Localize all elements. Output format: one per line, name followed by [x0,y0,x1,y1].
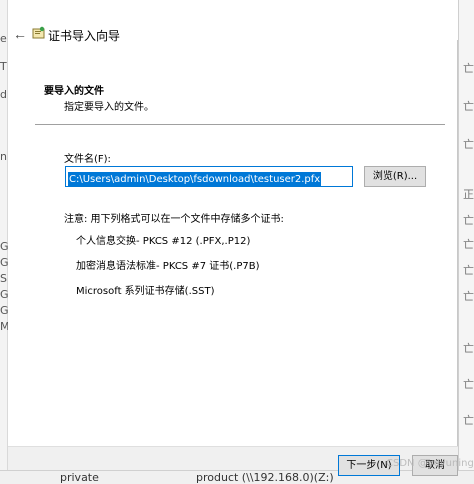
dialog-titlebar: ← 证书导入向导 [8,0,458,43]
section-heading: 要导入的文件 [44,86,104,97]
format-item-sst: Microsoft 系列证书存储(.SST) [76,286,215,297]
background-window-left: e T d n G G S G G M [0,0,10,484]
bg-right-text: 亡 [463,138,474,151]
section-description: 指定要导入的文件。 [64,102,154,113]
bg-right-text: 亡 [463,214,474,227]
filename-value[interactable]: C:\Users\admin\Desktop\fsdownload\testus… [68,172,322,187]
background-window-right: 亡 亡 亡 正 亡 亡 亡 亡 亡 亡 亡 [458,0,474,484]
bg-right-text: 亡 [463,290,474,303]
bg-left-text: n [0,150,7,163]
bg-folder-private[interactable]: private [60,471,99,484]
bg-left-text: d [0,88,7,101]
browse-button[interactable]: 浏览(R)... [364,166,426,187]
bg-right-text: 亡 [463,238,474,251]
bg-right-text: 亡 [463,62,474,75]
bg-right-text: 正 [463,188,474,201]
certificate-import-wizard: ← 证书导入向导 要导入的文件 指定要导入的文件。 文件名(F): C:\Use… [8,0,474,476]
csdn-watermark: CSDN @yeyuningzi [386,458,474,469]
bg-right-text: 亡 [463,378,474,391]
bg-right-text: 亡 [463,264,474,277]
section-divider [35,124,445,125]
bg-right-text: 亡 [463,414,474,427]
dialog-title: 证书导入向导 [48,29,121,43]
filename-label: 文件名(F): [64,154,111,165]
format-item-pkcs7: 加密消息语法标准- PKCS #7 证书(.P7B) [76,261,260,272]
certificate-wizard-icon [32,26,45,39]
bg-left-text: T [0,60,7,73]
bg-right-text: 亡 [463,342,474,355]
back-arrow-icon[interactable]: ← [12,26,28,42]
filename-input[interactable]: C:\Users\admin\Desktop\fsdownload\testus… [65,166,353,187]
bg-right-text: 亡 [463,100,474,113]
bg-left-text: S [0,272,7,285]
bg-drive-product[interactable]: product (\\192.168.0)(Z:) [196,471,334,484]
format-item-pkcs12: 个人信息交换- PKCS #12 (.PFX,.P12) [76,236,251,247]
background-explorer-strip: private product (\\192.168.0)(Z:) [0,470,474,484]
bg-left-text: e [0,32,7,45]
formats-note: 注意: 用下列格式可以在一个文件中存储多个证书: [64,214,284,225]
